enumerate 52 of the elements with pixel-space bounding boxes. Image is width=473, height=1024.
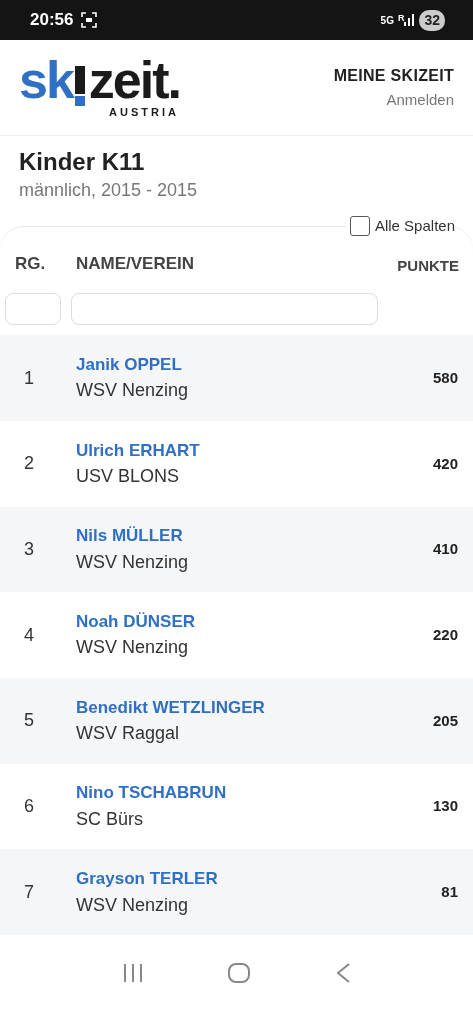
athlete-link[interactable]: Ulrich ERHART [76, 437, 200, 464]
athlete-link[interactable]: Benedikt WETZLINGER [76, 694, 265, 721]
signal-icon [404, 14, 415, 26]
category-subtitle: männlich, 2015 - 2015 [19, 178, 199, 202]
points-cell-text: 81 [441, 882, 458, 902]
club-name: WSV Raggal [76, 722, 181, 746]
recent-apps-icon[interactable] [122, 963, 143, 982]
checkbox[interactable] [349, 216, 370, 237]
column-header: RG. [15, 252, 47, 275]
rank-cell-text: 1 [24, 366, 35, 390]
home-icon[interactable] [228, 962, 251, 983]
back-icon[interactable] [336, 962, 351, 983]
rank-cell-text: 7 [24, 880, 35, 904]
points-cell-text: 220 [432, 624, 458, 645]
clock-time: 20:56 [30, 9, 74, 32]
athlete-link[interactable]: Nino TSCHABRUN [76, 780, 227, 806]
points-cell-text: 205 [432, 710, 458, 731]
club-name: WSV Nenzing [76, 636, 190, 660]
name-filter-field[interactable] [71, 293, 378, 326]
athlete-link[interactable]: Grayson TERLER [76, 866, 218, 892]
logo-text: sk [19, 54, 73, 107]
club-name: WSV Nenzing [76, 893, 190, 917]
club-name: USV BLONS [76, 465, 181, 489]
athlete-link[interactable]: Janik OPPEL [76, 351, 182, 378]
login-link[interactable]: Anmelden [386, 88, 454, 111]
roaming-label: R [397, 12, 405, 25]
club-name: SC Bürs [76, 807, 145, 831]
rank-cell-text: 2 [24, 452, 35, 476]
network-label: 5G [380, 13, 394, 28]
logo-text: zeit. [88, 54, 180, 107]
points-cell-text: 410 [432, 539, 458, 560]
logo-tagline: AUSTRIA [109, 105, 179, 121]
rank-cell-text: 5 [24, 709, 35, 733]
logo-bar-icon [73, 66, 86, 107]
checkbox-label: Alle Spalten [374, 215, 455, 236]
battery-level: 32 [419, 9, 445, 31]
rank-cell-text: 3 [24, 538, 35, 561]
column-header: NAME/VEREIN [76, 252, 195, 275]
rank-cell-text: 4 [24, 623, 35, 647]
athlete-link[interactable]: Noah DÜNSER [76, 608, 195, 635]
column-header: PUNKTE [397, 255, 459, 276]
category-title: Kinder K11 [19, 148, 146, 177]
rank-cell-text: 6 [24, 795, 35, 819]
points-cell-text: 420 [432, 453, 458, 474]
athlete-link[interactable]: Nils MÜLLER [76, 523, 183, 549]
points-cell-text: 130 [432, 796, 458, 817]
account-title: MEINE SKIZEIT [333, 65, 454, 86]
club-name: WSV Nenzing [76, 379, 189, 403]
screenshot-icon [81, 12, 98, 28]
club-name: WSV Nenzing [76, 550, 189, 574]
points-cell-text: 580 [432, 367, 458, 388]
rank-filter-field[interactable] [5, 293, 61, 326]
